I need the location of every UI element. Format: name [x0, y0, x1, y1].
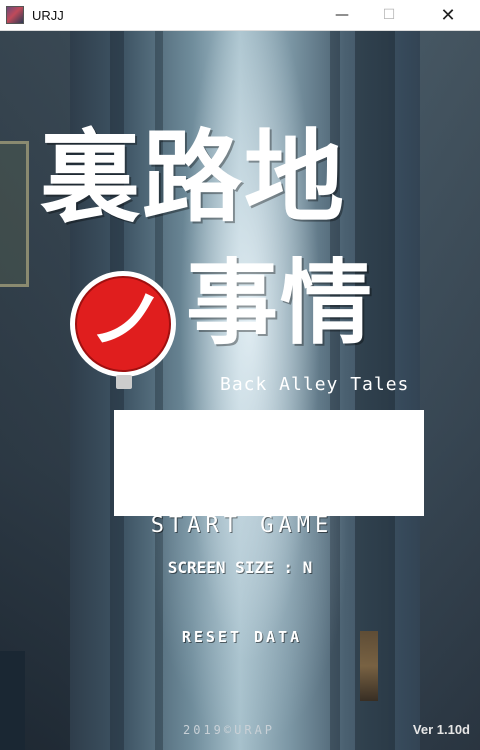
blank-panel: [114, 410, 424, 516]
start-game-button[interactable]: START GAME: [2, 513, 480, 538]
window-title-bar: URJJ — ☐ ✕: [0, 0, 480, 31]
screen-size-option[interactable]: SCREEN SIZE : N: [0, 558, 480, 577]
app-icon: [6, 6, 24, 24]
game-logo-subtitle: 事情: [186, 249, 375, 357]
logo-badge-stem: [116, 375, 132, 389]
window-title: URJJ: [32, 7, 64, 23]
version-label: Ver 1.10d: [412, 722, 470, 737]
close-button[interactable]: ✕: [425, 0, 471, 30]
logo-badge: ノ: [70, 271, 176, 377]
copyright-text: 2019©URAP: [183, 723, 276, 737]
maximize-button[interactable]: ☐: [366, 0, 412, 30]
logo-badge-glyph: ノ: [85, 273, 169, 367]
title-screen: 裏路地 ノ 事情 Back Alley Tales START GAME SCR…: [0, 31, 480, 750]
minimize-button[interactable]: —: [319, 0, 365, 30]
logo-badge-circle: ノ: [75, 273, 171, 372]
background-box: [0, 651, 25, 750]
logo-tagline: Back Alley Tales: [220, 374, 410, 395]
background-wall-frame: [0, 141, 29, 287]
reset-data-button[interactable]: RESET DATA: [2, 628, 480, 646]
game-logo-title: 裏路地: [40, 118, 346, 236]
